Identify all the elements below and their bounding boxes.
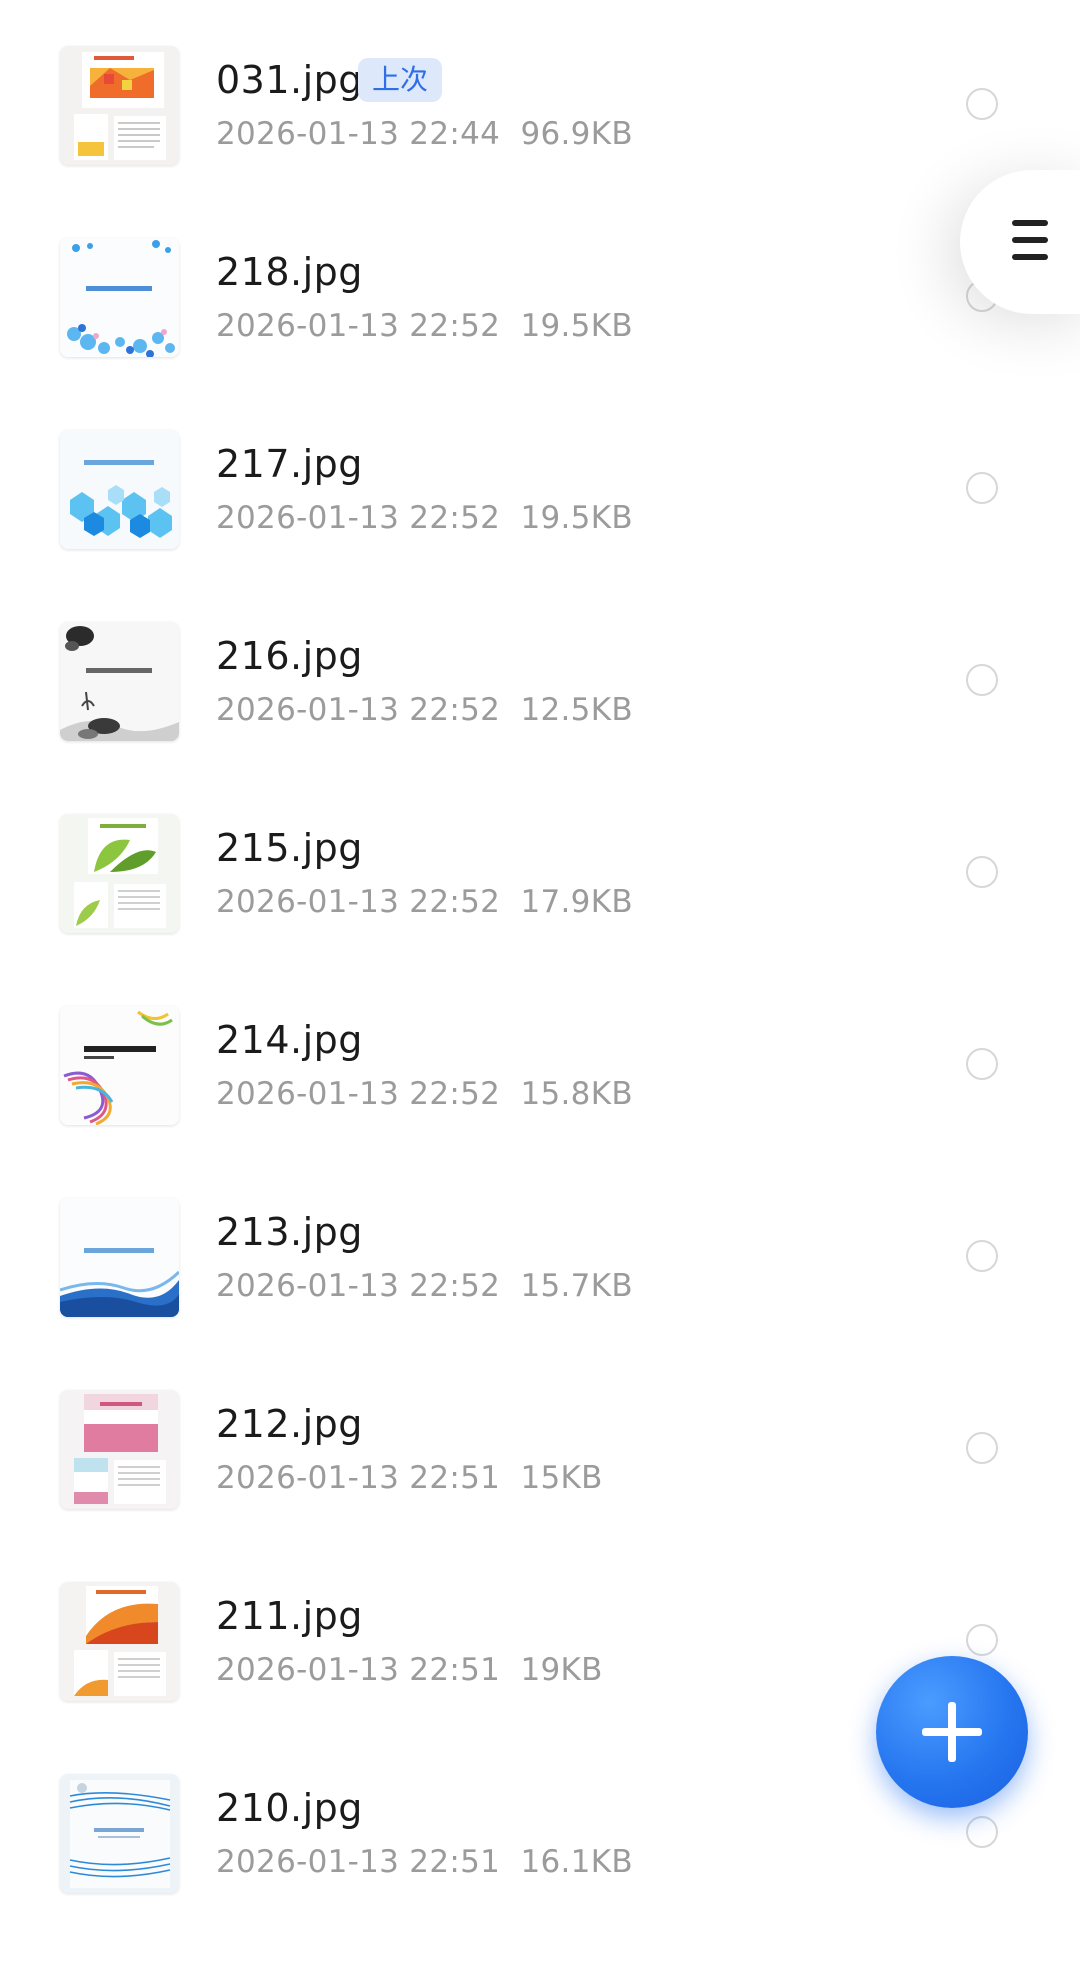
file-name: 214.jpg	[216, 1018, 363, 1062]
file-name: 215.jpg	[216, 826, 363, 870]
select-radio[interactable]	[966, 1624, 998, 1656]
file-name: 217.jpg	[216, 442, 363, 486]
file-size: 12.5KB	[520, 692, 633, 728]
file-date: 2026-01-13 22:52	[216, 308, 501, 344]
add-button[interactable]	[876, 1656, 1028, 1808]
file-row[interactable]: 216.jpg 2026-01-13 22:52 12.5KB	[0, 622, 1080, 814]
file-name: 216.jpg	[216, 634, 363, 678]
select-radio[interactable]	[966, 472, 998, 504]
file-date: 2026-01-13 22:52	[216, 884, 501, 920]
file-meta: 2026-01-13 22:52 15.8KB	[216, 1074, 633, 1114]
file-thumbnail	[60, 814, 179, 933]
file-date: 2026-01-13 22:51	[216, 1844, 501, 1880]
file-size: 19.5KB	[520, 308, 633, 344]
file-row[interactable]: 214.jpg 2026-01-13 22:52 15.8KB	[0, 1006, 1080, 1198]
file-thumbnail	[60, 1198, 179, 1317]
select-radio[interactable]	[966, 1432, 998, 1464]
file-row[interactable]: 213.jpg 2026-01-13 22:52 15.7KB	[0, 1198, 1080, 1390]
file-date: 2026-01-13 22:51	[216, 1652, 501, 1688]
select-radio[interactable]	[966, 664, 998, 696]
file-thumbnail	[60, 1006, 179, 1125]
select-radio[interactable]	[966, 1240, 998, 1272]
file-meta: 2026-01-13 22:44 96.9KB	[216, 114, 633, 154]
file-meta: 2026-01-13 22:51 15KB	[216, 1458, 603, 1498]
file-name: 211.jpg	[216, 1594, 363, 1638]
file-meta: 2026-01-13 22:52 19.5KB	[216, 306, 633, 346]
file-row[interactable]: 031.jpg 上次 2026-01-13 22:44 96.9KB	[0, 46, 1080, 238]
file-thumbnail	[60, 1582, 179, 1701]
file-row[interactable]: 215.jpg 2026-01-13 22:52 17.9KB	[0, 814, 1080, 1006]
select-radio[interactable]	[966, 856, 998, 888]
file-date: 2026-01-13 22:52	[216, 692, 501, 728]
file-size: 16.1KB	[520, 1844, 633, 1880]
file-meta: 2026-01-13 22:51 19KB	[216, 1650, 603, 1690]
select-radio[interactable]	[966, 1816, 998, 1848]
file-size: 15.7KB	[520, 1268, 633, 1304]
file-size: 15KB	[520, 1460, 603, 1496]
file-thumbnail	[60, 1774, 179, 1893]
file-date: 2026-01-13 22:52	[216, 1268, 501, 1304]
file-row[interactable]: 218.jpg 2026-01-13 22:52 19.5KB	[0, 238, 1080, 430]
file-size: 17.9KB	[520, 884, 633, 920]
file-name: 031.jpg	[216, 58, 363, 102]
file-thumbnail	[60, 430, 179, 549]
file-name: 212.jpg	[216, 1402, 363, 1446]
file-name: 213.jpg	[216, 1210, 363, 1254]
select-radio[interactable]	[966, 88, 998, 120]
file-meta: 2026-01-13 22:52 15.7KB	[216, 1266, 633, 1306]
file-meta: 2026-01-13 22:52 19.5KB	[216, 498, 633, 538]
file-size: 19.5KB	[520, 500, 633, 536]
file-row[interactable]: 212.jpg 2026-01-13 22:51 15KB	[0, 1390, 1080, 1582]
file-meta: 2026-01-13 22:52 17.9KB	[216, 882, 633, 922]
file-date: 2026-01-13 22:51	[216, 1460, 501, 1496]
file-thumbnail	[60, 46, 179, 165]
file-date: 2026-01-13 22:44	[216, 116, 501, 152]
file-row[interactable]: 217.jpg 2026-01-13 22:52 19.5KB	[0, 430, 1080, 622]
select-radio[interactable]	[966, 1048, 998, 1080]
file-thumbnail	[60, 238, 179, 357]
file-name: 218.jpg	[216, 250, 363, 294]
file-thumbnail	[60, 1390, 179, 1509]
file-date: 2026-01-13 22:52	[216, 500, 501, 536]
file-size: 15.8KB	[520, 1076, 633, 1112]
file-date: 2026-01-13 22:52	[216, 1076, 501, 1112]
file-row[interactable]: 210.jpg 2026-01-13 22:51 16.1KB	[0, 1774, 1080, 1966]
file-meta: 2026-01-13 22:51 16.1KB	[216, 1842, 633, 1882]
file-size: 19KB	[520, 1652, 603, 1688]
file-thumbnail	[60, 622, 179, 741]
file-meta: 2026-01-13 22:52 12.5KB	[216, 690, 633, 730]
menu-icon	[1012, 220, 1048, 260]
last-opened-badge: 上次	[358, 58, 443, 102]
file-size: 96.9KB	[520, 116, 633, 152]
file-name: 210.jpg	[216, 1786, 363, 1830]
